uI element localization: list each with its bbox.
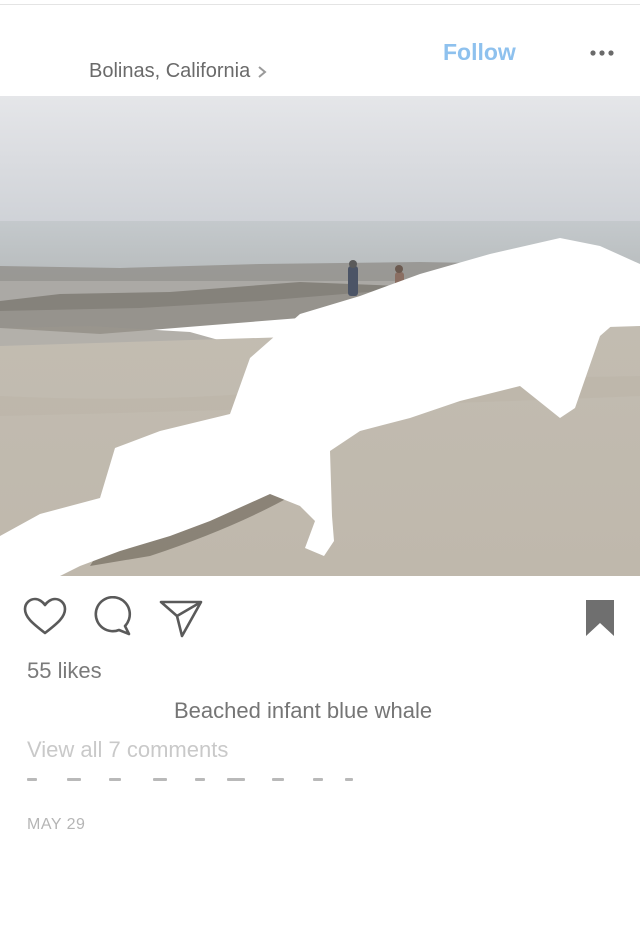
truncated-comment-line bbox=[27, 778, 357, 783]
likes-count[interactable]: 55 likes bbox=[27, 658, 102, 684]
send-paper-plane-icon[interactable] bbox=[158, 598, 204, 640]
comment-bubble-icon[interactable] bbox=[92, 596, 134, 638]
location-link[interactable]: Bolinas, California bbox=[89, 60, 268, 83]
heart-icon[interactable] bbox=[22, 596, 68, 638]
view-comments-link[interactable]: View all 7 comments bbox=[27, 737, 228, 763]
bookmark-icon[interactable] bbox=[584, 598, 616, 638]
more-dots-icon[interactable] bbox=[588, 47, 616, 59]
beach-photo-image bbox=[0, 96, 640, 576]
chevron-right-icon bbox=[258, 65, 267, 78]
action-bar bbox=[0, 590, 640, 650]
post-header: Bolinas, California Follow bbox=[0, 5, 640, 95]
follow-button[interactable]: Follow bbox=[443, 39, 516, 66]
location-label: Bolinas, California bbox=[89, 60, 251, 82]
post-date: MAY 29 bbox=[27, 816, 86, 833]
post-photo[interactable] bbox=[0, 96, 640, 576]
post-caption: Beached infant blue whale bbox=[174, 698, 433, 723]
